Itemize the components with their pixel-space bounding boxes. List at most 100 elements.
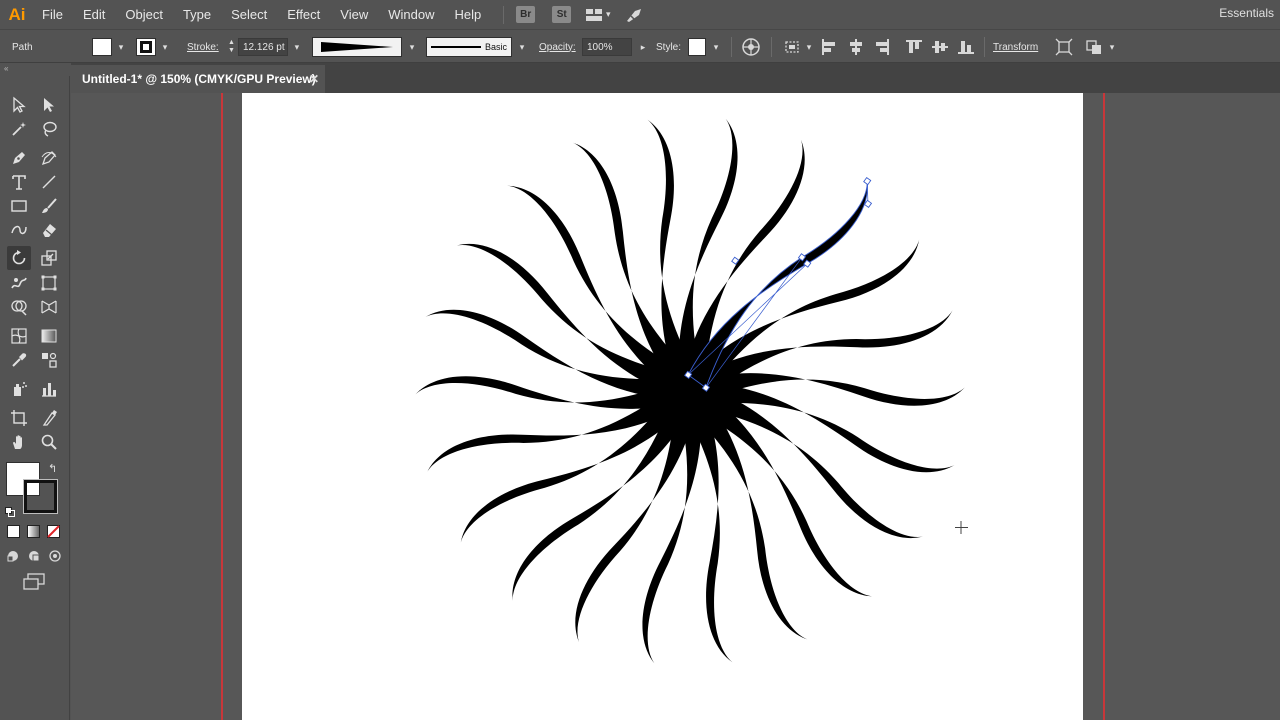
- stroke-color-swatch[interactable]: [23, 479, 58, 514]
- graphic-style-control[interactable]: ▾: [688, 30, 721, 64]
- menu-object[interactable]: Object: [115, 0, 173, 29]
- selection-tool-icon[interactable]: [7, 93, 31, 117]
- align-horizontal-center-icon[interactable]: [847, 30, 865, 64]
- chevron-down-icon[interactable]: ▾: [292, 42, 302, 52]
- width-profile-preview[interactable]: [312, 37, 402, 57]
- eyedropper-tool-icon[interactable]: [7, 348, 31, 372]
- fill-color-control[interactable]: ▾: [92, 30, 126, 64]
- stroke-weight-stepper[interactable]: ▲ ▼ 12.126 pt ▾: [228, 30, 302, 64]
- petal-shape[interactable]: [566, 391, 699, 654]
- swirl-center[interactable]: [660, 361, 720, 421]
- align-vertical-center-icon[interactable]: [931, 30, 949, 64]
- selected-path-outline[interactable]: [686, 161, 879, 401]
- stroke-label-text[interactable]: Stroke:: [187, 42, 219, 53]
- blend-tool-icon[interactable]: [37, 348, 61, 372]
- eraser-tool-icon[interactable]: [37, 218, 61, 242]
- draw-inside-icon[interactable]: [48, 549, 62, 563]
- isolate-group-icon[interactable]: [1055, 30, 1073, 64]
- align-bottom-icon[interactable]: [957, 30, 975, 64]
- menu-file[interactable]: File: [32, 0, 73, 29]
- anchor-point[interactable]: [863, 176, 872, 186]
- transform-panel-link[interactable]: Transform: [993, 30, 1038, 64]
- menu-effect[interactable]: Effect: [277, 0, 330, 29]
- brush-preview[interactable]: Basic: [426, 37, 512, 57]
- curvature-tool-icon[interactable]: [37, 146, 61, 170]
- align-left-icon[interactable]: [820, 30, 838, 64]
- more-options-icon[interactable]: ▾: [1085, 30, 1117, 64]
- slice-tool-icon[interactable]: [37, 406, 61, 430]
- align-top-icon[interactable]: [905, 30, 923, 64]
- graphic-style-swatch[interactable]: [688, 38, 706, 56]
- menu-edit[interactable]: Edit: [73, 0, 115, 29]
- gradient-mode-icon[interactable]: [27, 525, 40, 538]
- default-fill-stroke-icon[interactable]: [5, 504, 15, 517]
- pen-tool-icon[interactable]: [7, 146, 31, 170]
- gpu-performance-icon[interactable]: [625, 6, 643, 24]
- symbol-sprayer-tool-icon[interactable]: [7, 377, 31, 401]
- screen-mode-icon[interactable]: [22, 573, 46, 591]
- stroke-color-control[interactable]: ▾: [136, 30, 170, 64]
- chevron-down-icon[interactable]: ▾: [1107, 42, 1117, 52]
- line-segment-tool-icon[interactable]: [37, 170, 61, 194]
- opacity-control[interactable]: 100% ▸: [582, 30, 648, 64]
- scale-tool-icon[interactable]: [37, 246, 61, 270]
- stroke-weight-field[interactable]: 12.126 pt: [237, 38, 288, 56]
- close-icon[interactable]: ✕: [307, 72, 321, 86]
- stock-button[interactable]: St: [552, 6, 572, 23]
- chevron-down-icon[interactable]: ▾: [517, 42, 527, 52]
- direct-selection-tool-icon[interactable]: [37, 93, 61, 117]
- chevron-down-icon[interactable]: ▾: [711, 42, 721, 52]
- opacity-field[interactable]: 100%: [582, 38, 632, 56]
- chevron-down-icon[interactable]: ▾: [603, 9, 613, 20]
- brush-definition[interactable]: Basic ▾: [426, 30, 527, 64]
- shape-builder-tool-icon[interactable]: [7, 295, 31, 319]
- align-right-icon[interactable]: [873, 30, 891, 64]
- magic-wand-tool-icon[interactable]: [7, 117, 31, 141]
- petal-shape[interactable]: [681, 128, 814, 391]
- align-to-icon[interactable]: ▾: [783, 30, 814, 64]
- menu-help[interactable]: Help: [444, 0, 491, 29]
- perspective-grid-tool-icon[interactable]: [37, 295, 61, 319]
- column-graph-tool-icon[interactable]: [37, 377, 61, 401]
- chevron-down-icon[interactable]: ▾: [116, 42, 126, 52]
- hand-tool-icon[interactable]: [7, 430, 31, 454]
- fill-swatch[interactable]: [92, 38, 112, 56]
- rectangle-tool-icon[interactable]: [7, 194, 31, 218]
- toolbar-collapse-handle[interactable]: «: [0, 63, 70, 75]
- stroke-swatch[interactable]: [136, 38, 156, 56]
- draw-normal-icon[interactable]: [6, 549, 20, 563]
- shaper-tool-icon[interactable]: [7, 218, 31, 242]
- document-tab-title[interactable]: Untitled-1* @ 150% (CMYK/GPU Preview): [82, 72, 316, 86]
- menu-type[interactable]: Type: [173, 0, 221, 29]
- mesh-tool-icon[interactable]: [7, 324, 31, 348]
- arrange-documents-icon[interactable]: [585, 6, 603, 24]
- chevron-down-icon[interactable]: ▾: [407, 42, 417, 52]
- zoom-tool-icon[interactable]: [37, 430, 61, 454]
- chevron-down-icon[interactable]: ▾: [160, 42, 170, 52]
- workspace-switcher[interactable]: Essentials: [1219, 0, 1274, 27]
- document-tab[interactable]: Untitled-1* @ 150% (CMYK/GPU Preview) ✕: [71, 65, 325, 93]
- color-mode-icon[interactable]: [7, 525, 20, 538]
- free-transform-tool-icon[interactable]: [37, 271, 61, 295]
- recolor-artwork-icon[interactable]: [741, 30, 761, 64]
- chevron-right-icon[interactable]: ▸: [638, 42, 648, 52]
- variable-width-profile[interactable]: ▾: [312, 30, 417, 64]
- gradient-tool-icon[interactable]: [37, 324, 61, 348]
- canvas-area[interactable]: [71, 93, 1280, 720]
- opacity-label-text[interactable]: Opacity:: [539, 42, 576, 53]
- type-tool-icon[interactable]: [7, 170, 31, 194]
- menu-window[interactable]: Window: [378, 0, 444, 29]
- artboard-tool-icon[interactable]: [7, 406, 31, 430]
- chevron-down-icon[interactable]: ▾: [804, 42, 814, 52]
- menu-select[interactable]: Select: [221, 0, 277, 29]
- stroke-label[interactable]: Stroke:: [187, 30, 219, 64]
- opacity-label[interactable]: Opacity:: [539, 30, 576, 64]
- warp-tool-icon[interactable]: [7, 271, 31, 295]
- swirl-artwork[interactable]: [71, 93, 1280, 720]
- draw-behind-icon[interactable]: [27, 549, 41, 563]
- stepper-arrows-icon[interactable]: ▲ ▼: [228, 39, 235, 55]
- petal-group[interactable]: [414, 116, 966, 665]
- transform-label-text[interactable]: Transform: [993, 42, 1038, 53]
- paintbrush-tool-icon[interactable]: [37, 194, 61, 218]
- swap-fill-stroke-icon[interactable]: ↰: [48, 462, 57, 475]
